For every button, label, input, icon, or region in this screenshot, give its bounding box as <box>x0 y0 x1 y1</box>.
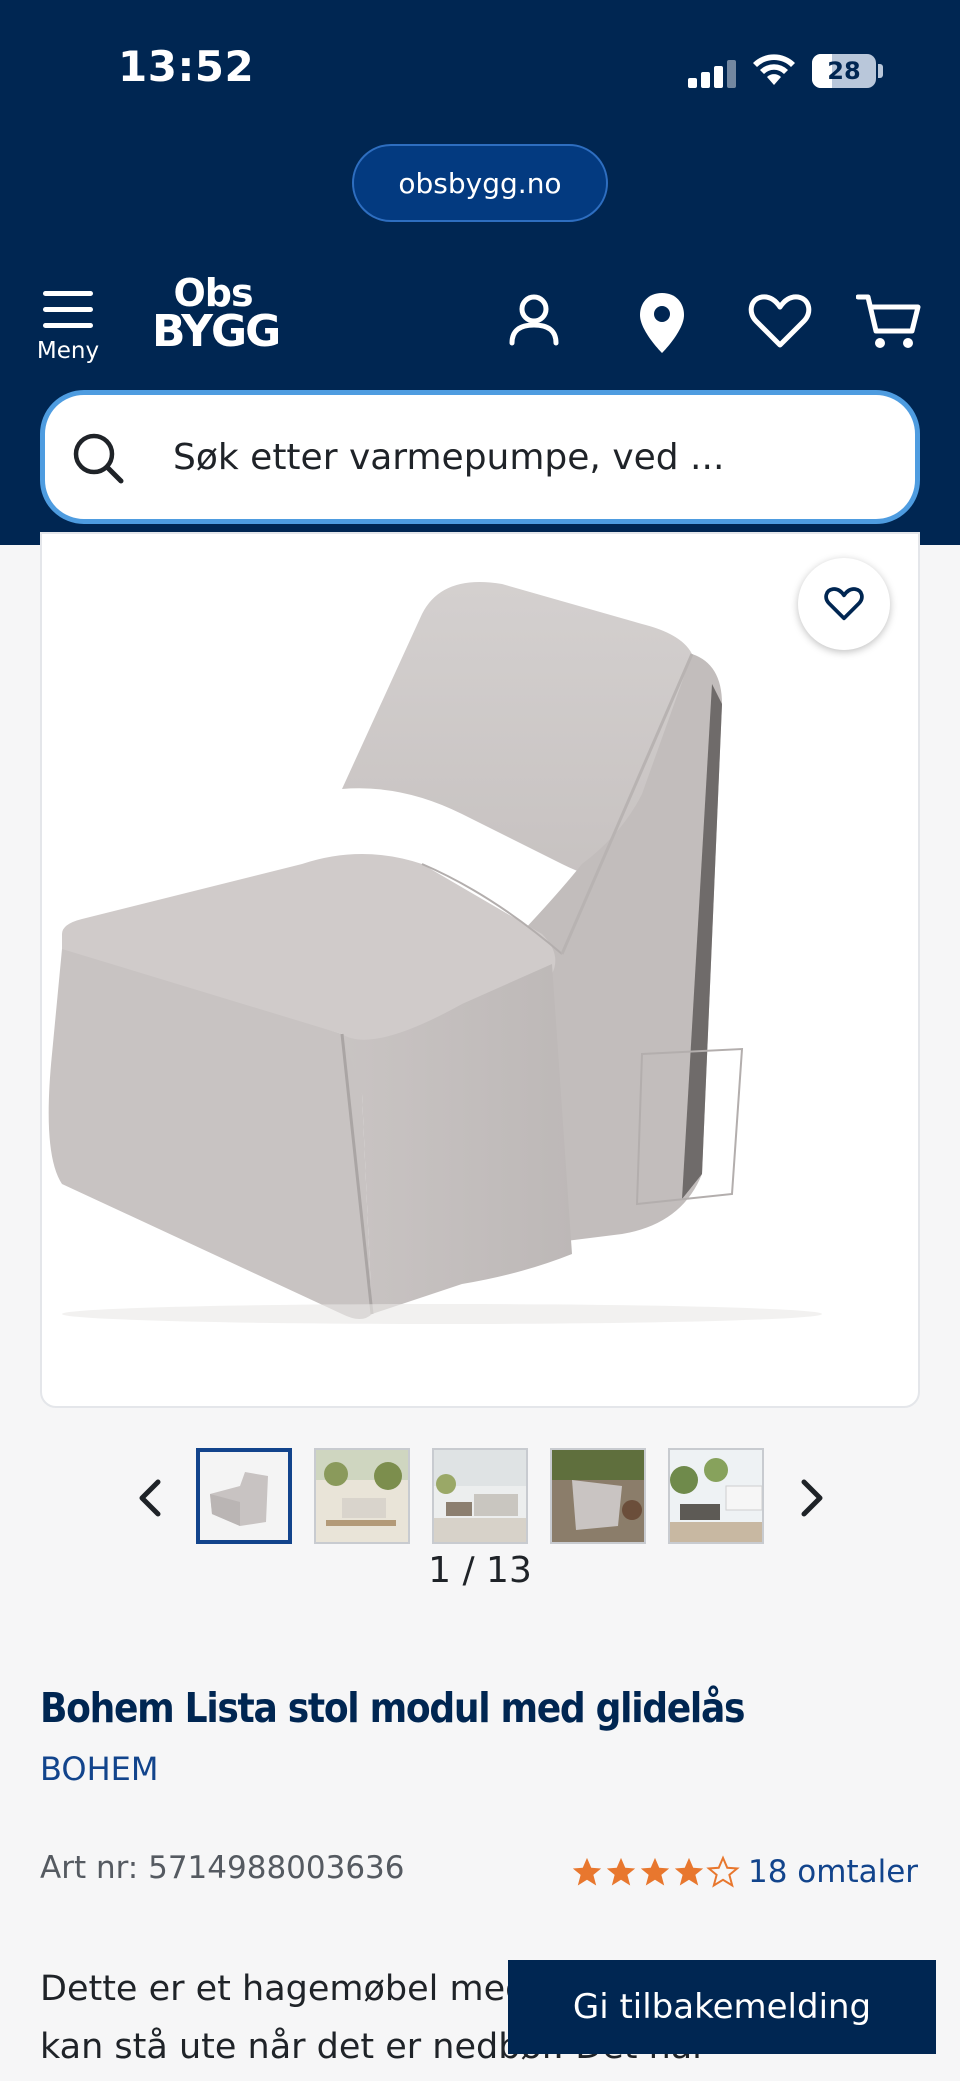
browser-url-bar[interactable]: obsbygg.no <box>352 144 608 222</box>
article-number: Art nr: 5714988003636 <box>40 1850 405 1886</box>
status-time: 13:52 <box>118 42 255 91</box>
search-bar[interactable] <box>40 390 920 524</box>
search-icon <box>73 433 124 484</box>
wifi-icon <box>753 54 795 85</box>
chevron-left-icon[interactable] <box>134 1478 164 1518</box>
cellular-signal-icon <box>688 60 736 88</box>
gallery-thumbnail[interactable] <box>668 1448 764 1544</box>
hamburger-icon <box>36 291 100 328</box>
feedback-button[interactable]: Gi tilbakemelding <box>508 1960 936 2054</box>
search-input[interactable] <box>173 395 873 519</box>
gallery-thumbnail[interactable] <box>550 1448 646 1544</box>
main-nav: Meny Obs BYGG <box>0 265 960 375</box>
product-brand-link[interactable]: BOHEM <box>40 1750 158 1788</box>
logo-line-2: BYGG <box>152 306 281 358</box>
star-full-icon <box>606 1857 636 1886</box>
image-gallery <box>0 1448 960 1548</box>
obs-bygg-logo[interactable]: Obs BYGG <box>152 274 281 358</box>
battery-level: 28 <box>827 57 861 85</box>
favorite-button[interactable] <box>798 558 890 650</box>
star-full-icon <box>640 1857 670 1886</box>
product-image-card[interactable] <box>40 532 920 1408</box>
product-title: Bohem Lista stol modul med glidelås <box>40 1684 745 1732</box>
heart-icon[interactable] <box>748 291 812 351</box>
product-rating[interactable]: 18 omtaler <box>570 1852 918 1892</box>
product-image <box>48 582 822 1324</box>
battery-tip <box>878 64 883 78</box>
battery-icon: 28 <box>812 54 876 88</box>
location-pin-icon[interactable] <box>636 291 688 355</box>
user-icon[interactable] <box>504 291 564 351</box>
gallery-thumbnail[interactable] <box>196 1448 292 1544</box>
cart-icon[interactable] <box>856 291 922 353</box>
menu-button[interactable]: Meny <box>36 291 100 364</box>
chevron-right-icon[interactable] <box>798 1478 828 1518</box>
gallery-thumbnail[interactable] <box>314 1448 410 1544</box>
gallery-counter: 1 / 13 <box>428 1550 532 1591</box>
menu-label: Meny <box>36 338 100 364</box>
rating-stars <box>570 1855 740 1889</box>
site-header: 13:52 28 obsbygg.no Meny Obs BYGG <box>0 0 960 545</box>
star-empty-icon <box>706 1855 740 1888</box>
star-full-icon <box>572 1857 602 1886</box>
status-bar: 13:52 28 <box>0 0 960 140</box>
reviews-link[interactable]: 18 omtaler <box>748 1854 918 1890</box>
heart-icon <box>824 587 864 621</box>
gallery-thumbnail[interactable] <box>432 1448 528 1544</box>
star-full-icon <box>674 1857 704 1886</box>
